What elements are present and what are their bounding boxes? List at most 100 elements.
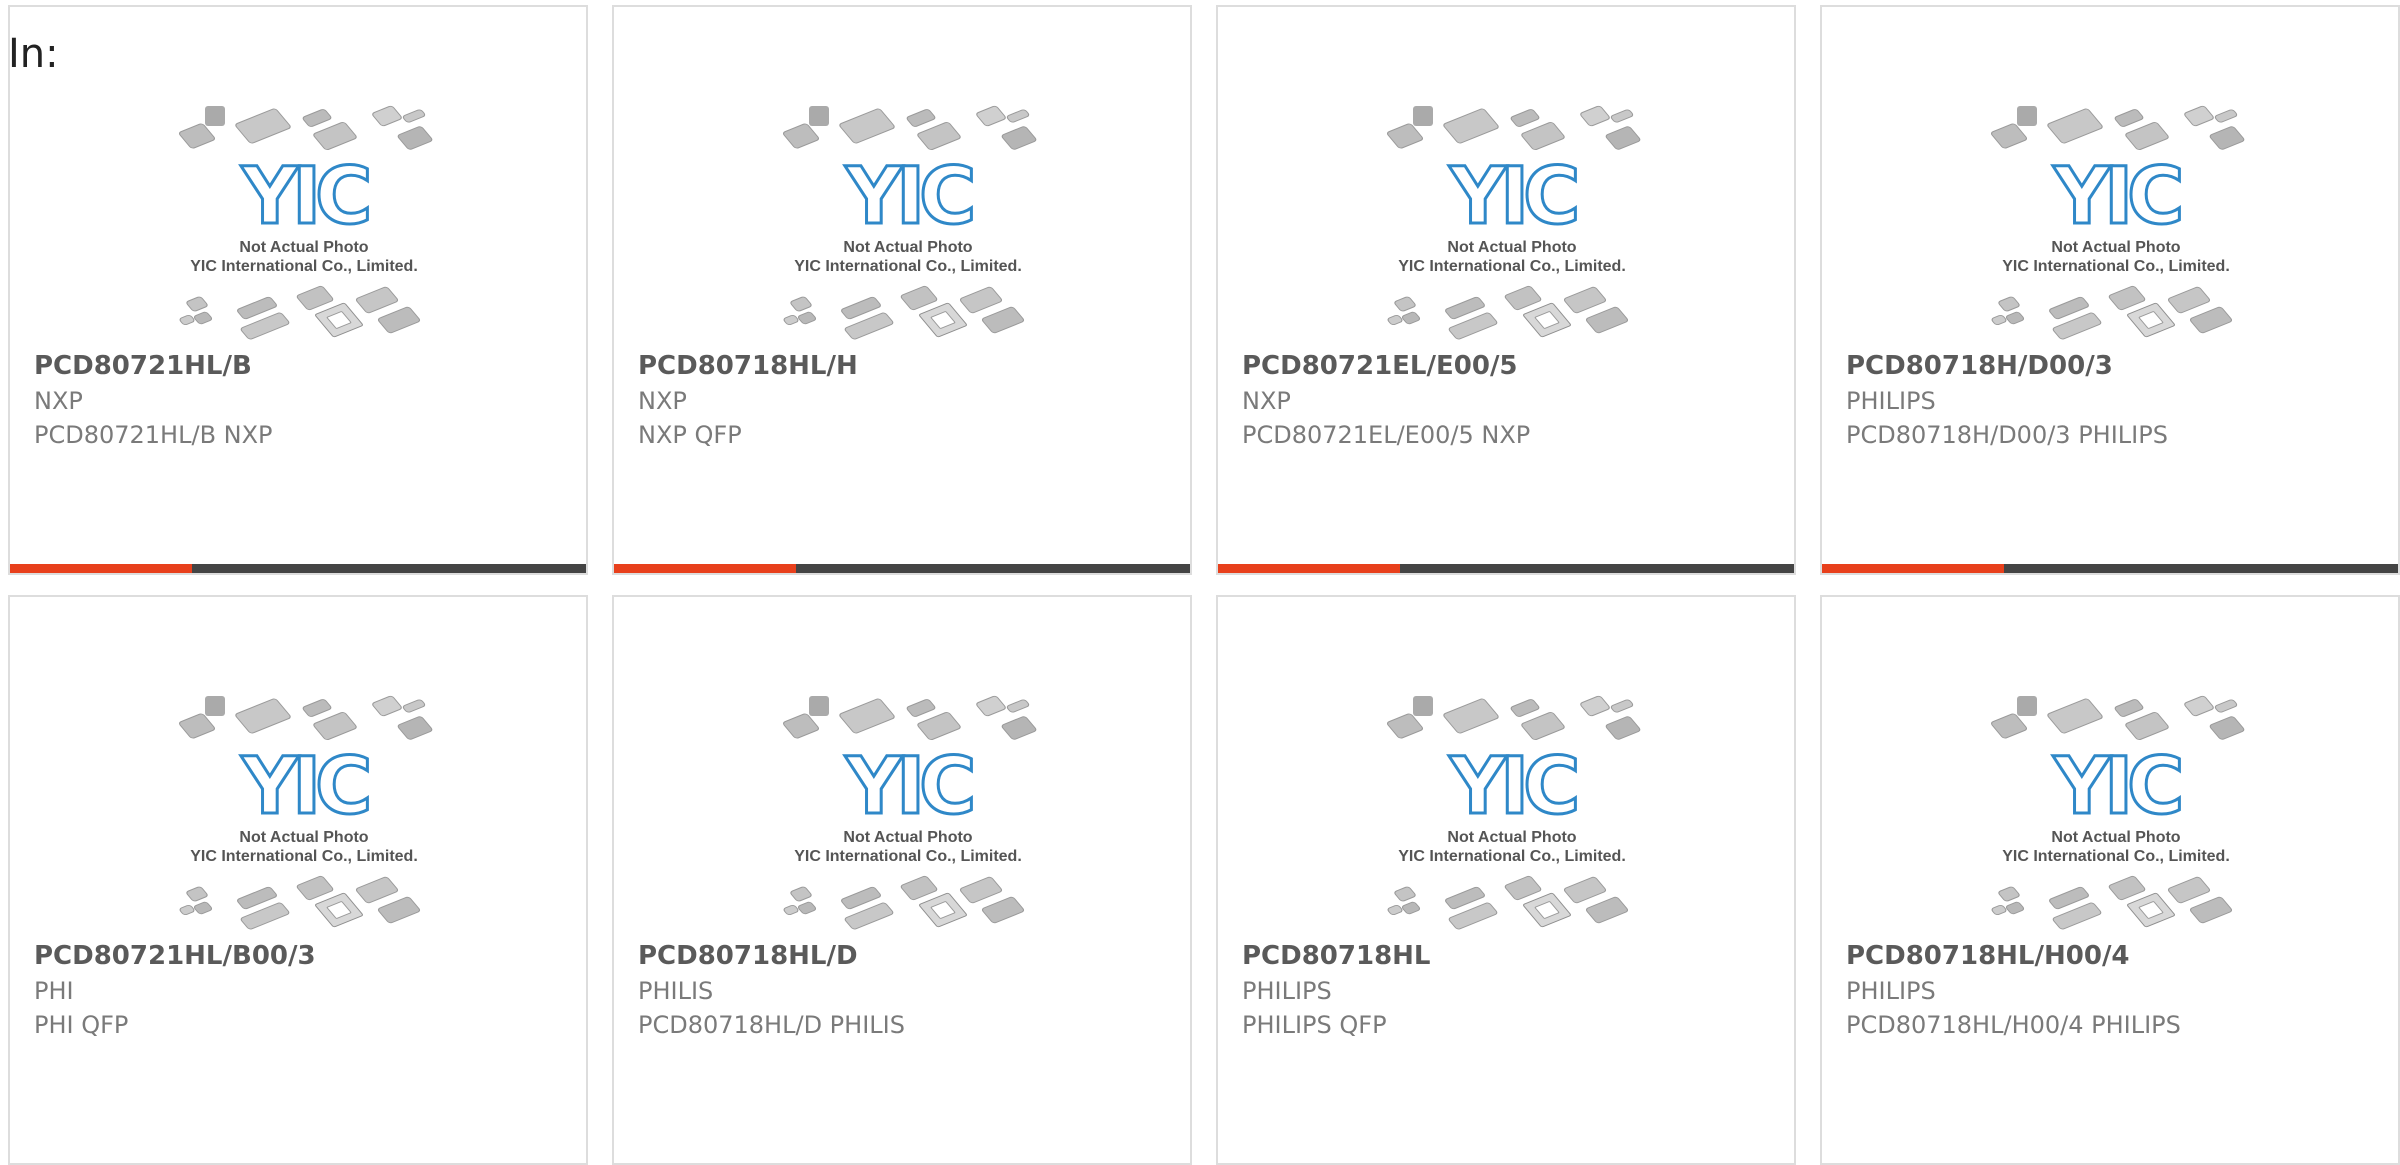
product-photo-placeholder[interactable]: YIC Not Actual Photo YIC International Co.…: [773, 688, 1043, 933]
logo-icon: YIC: [845, 742, 973, 832]
part-number-link[interactable]: PCD80718H/D00/3: [1846, 351, 2113, 382]
description-label: PHI QFP: [34, 1011, 129, 1039]
chip-icon: [1990, 713, 2028, 739]
chip-icon: [1605, 716, 1641, 740]
card-bottom-bar: [1218, 564, 1794, 573]
card-bottom-bar: [10, 564, 586, 573]
product-photo-placeholder[interactable]: YIC Not Actual Photo YIC International Co.…: [1377, 688, 1647, 933]
photo-placeholder-graphic: YICNot Actual Photo YIC International Co.…: [1386, 105, 1641, 340]
placeholder-caption-line1: Not Actual Photo: [1447, 239, 1576, 256]
part-number-link[interactable]: PCD80721HL/B00/3: [34, 941, 316, 972]
chip-icon: [1521, 122, 1565, 150]
chip-icon: [315, 302, 363, 338]
chip-icon: [302, 109, 332, 127]
product-photo-placeholder[interactable]: YIC Not Actual Photo YIC International Co.…: [1981, 98, 2251, 343]
description-label: PCD80721EL/E00/5 NXP: [1242, 421, 1531, 449]
placeholder-caption-line2: YIC International Co., Limited.: [190, 848, 418, 865]
chip-icon: [1006, 699, 1030, 713]
card-accent-bar: [1218, 564, 1400, 573]
chip-icon: [782, 713, 820, 739]
chip-icon: [1521, 712, 1565, 740]
product-card[interactable]: YIC Not Actual Photo YIC International Co.…: [1216, 595, 1796, 1165]
brand-label: PHILIPS: [1242, 977, 1332, 1005]
placeholder-caption-line2: YIC International Co., Limited.: [2002, 848, 2230, 865]
chip-icon: [1605, 126, 1641, 150]
brand-label: PHILIS: [638, 977, 714, 1005]
chip-icon: [917, 122, 961, 150]
chip-icon: [178, 713, 216, 739]
logo-icon: YIC: [2053, 742, 2181, 832]
chip-icon: [1504, 875, 1542, 901]
photo-placeholder-graphic: YICNot Actual Photo YIC International Co.…: [1386, 695, 1641, 930]
chip-icon: [2047, 698, 2103, 734]
placeholder-caption-line2: YIC International Co., Limited.: [1398, 848, 1626, 865]
product-photo-placeholder[interactable]: YIC Not Actual Photo YIC International Co.…: [1981, 688, 2251, 933]
product-card[interactable]: YIC Not Actual Photo YIC International Co.…: [1820, 595, 2400, 1165]
chip-icon: [313, 712, 357, 740]
description-label: PCD80718HL/H00/4 PHILIPS: [1846, 1011, 2181, 1039]
chip-icon: [917, 712, 961, 740]
chip-icon: [783, 904, 799, 916]
product-card[interactable]: YIC Not Actual Photo YIC International Co.…: [1820, 5, 2400, 575]
product-photo-placeholder[interactable]: YIC Not Actual Photo YIC International Co.…: [169, 688, 439, 933]
photo-placeholder-graphic: YICNot Actual Photo YIC International Co.…: [178, 695, 433, 930]
description-label: PCD80721HL/B NXP: [34, 421, 273, 449]
brand-label: NXP: [638, 387, 687, 415]
chip-icon: [178, 123, 216, 149]
chip-icon: [296, 875, 334, 901]
chip-icon: [1523, 302, 1571, 338]
chip-icon: [906, 109, 936, 127]
chip-icon: [809, 696, 829, 716]
chip-icon: [1998, 296, 2020, 312]
placeholder-caption-line2: YIC International Co., Limited.: [794, 848, 1022, 865]
part-number-link[interactable]: PCD80721EL/E00/5: [1242, 351, 1518, 382]
part-number-link[interactable]: PCD80718HL/H: [638, 351, 858, 382]
chip-icon: [1510, 109, 1540, 127]
part-number-link[interactable]: PCD80718HL: [1242, 941, 1431, 972]
chip-icon: [2184, 695, 2214, 717]
chip-icon: [976, 105, 1006, 127]
description-label: NXP QFP: [638, 421, 742, 449]
logo-icon: YIC: [1449, 152, 1577, 242]
chip-icon: [1580, 105, 1610, 127]
chip-icon: [179, 314, 195, 326]
part-number-link[interactable]: PCD80721HL/B: [34, 351, 252, 382]
chip-icon: [2125, 122, 2169, 150]
product-photo-placeholder[interactable]: YIC Not Actual Photo YIC International Co.…: [169, 98, 439, 343]
placeholder-caption-line2: YIC International Co., Limited.: [2002, 258, 2230, 275]
photo-placeholder-graphic: YICNot Actual Photo YIC International Co.…: [178, 105, 433, 340]
part-number-link[interactable]: PCD80718HL/H00/4: [1846, 941, 2130, 972]
chip-icon: [1386, 713, 1424, 739]
product-card[interactable]: YIC Not Actual Photo YIC International Co.…: [8, 5, 588, 575]
chip-icon: [2189, 306, 2233, 334]
chip-icon: [782, 123, 820, 149]
chip-icon: [783, 314, 799, 326]
chip-icon: [1563, 286, 1607, 314]
chip-icon: [1510, 699, 1540, 717]
chip-icon: [1387, 904, 1403, 916]
chip-icon: [900, 285, 938, 311]
chip-icon: [355, 286, 399, 314]
chip-icon: [2108, 285, 2146, 311]
chip-icon: [372, 105, 402, 127]
card-bottom-bar: [614, 564, 1190, 573]
placeholder-caption-line2: YIC International Co., Limited.: [190, 258, 418, 275]
chip-icon: [790, 886, 812, 902]
chip-icon: [1443, 698, 1499, 734]
product-photo-placeholder[interactable]: YIC Not Actual Photo YIC International Co.…: [773, 98, 1043, 343]
part-number-link[interactable]: PCD80718HL/D: [638, 941, 858, 972]
chip-icon: [1991, 904, 2007, 916]
placeholder-caption-line2: YIC International Co., Limited.: [794, 258, 1022, 275]
description-label: PCD80718H/D00/3 PHILIPS: [1846, 421, 2168, 449]
product-card[interactable]: YIC Not Actual Photo YIC International Co.…: [1216, 5, 1796, 575]
logo-icon: YIC: [2053, 152, 2181, 242]
chip-icon: [1563, 876, 1607, 904]
product-card[interactable]: YIC Not Actual Photo YIC International Co.…: [612, 5, 1192, 575]
chip-icon: [797, 901, 817, 915]
product-photo-placeholder[interactable]: YIC Not Actual Photo YIC International Co.…: [1377, 98, 1647, 343]
product-card[interactable]: YIC Not Actual Photo YIC International Co.…: [8, 595, 588, 1165]
chip-icon: [2189, 896, 2233, 924]
product-card[interactable]: YIC Not Actual Photo YIC International Co.…: [612, 595, 1192, 1165]
chip-icon: [790, 296, 812, 312]
chip-icon: [906, 699, 936, 717]
